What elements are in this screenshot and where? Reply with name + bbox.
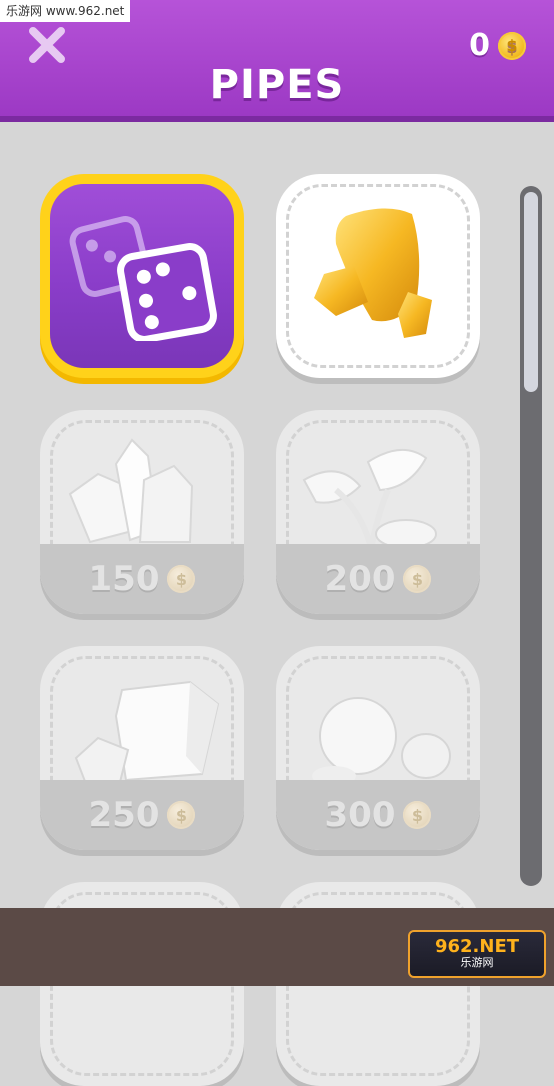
price-band: 300 $ <box>276 780 480 850</box>
gold-nugget-icon <box>314 208 432 338</box>
price-label: 200 <box>324 559 396 599</box>
skin-grid: 150 $ 200 $ 250 $ 300 $ <box>0 122 554 1086</box>
tile-random-dice[interactable] <box>40 174 244 378</box>
watermark-text: 乐游网 www.962.net <box>0 0 131 22</box>
bottom-bar: 962.NET 乐游网 <box>0 908 554 986</box>
tile-inner <box>50 184 234 368</box>
coin-icon: $ <box>403 565 432 593</box>
tile-crystals[interactable]: 150 $ <box>40 410 244 614</box>
coin-icon: $ <box>498 31 526 60</box>
price-band: 200 $ <box>276 544 480 614</box>
price-label: 150 <box>88 559 160 599</box>
tile-block[interactable]: 250 $ <box>40 646 244 850</box>
scrollbar[interactable] <box>520 186 542 886</box>
price-label: 250 <box>88 795 160 835</box>
page-title: PIPES <box>209 62 345 108</box>
dice-icon <box>69 216 217 341</box>
price-band: 250 $ <box>40 780 244 850</box>
tile-leaves[interactable]: 200 $ <box>276 410 480 614</box>
scrollbar-thumb[interactable] <box>524 192 538 392</box>
close-button[interactable] <box>26 24 68 66</box>
watermark-brand-sub: 乐游网 <box>460 956 494 969</box>
tile-gold-nugget[interactable] <box>276 174 480 378</box>
close-icon <box>29 27 65 63</box>
price-band: 150 $ <box>40 544 244 614</box>
tile-sphere[interactable]: 300 $ <box>276 646 480 850</box>
price-label: 300 <box>324 795 396 835</box>
coin-balance: 0 $ <box>469 28 526 63</box>
coin-icon: $ <box>167 801 196 829</box>
watermark-brand-main: 962.NET <box>434 936 520 957</box>
coin-icon: $ <box>167 565 196 593</box>
coin-count: 0 <box>469 28 490 63</box>
coin-icon: $ <box>403 801 432 829</box>
watermark-logo: 962.NET 乐游网 <box>408 930 546 978</box>
